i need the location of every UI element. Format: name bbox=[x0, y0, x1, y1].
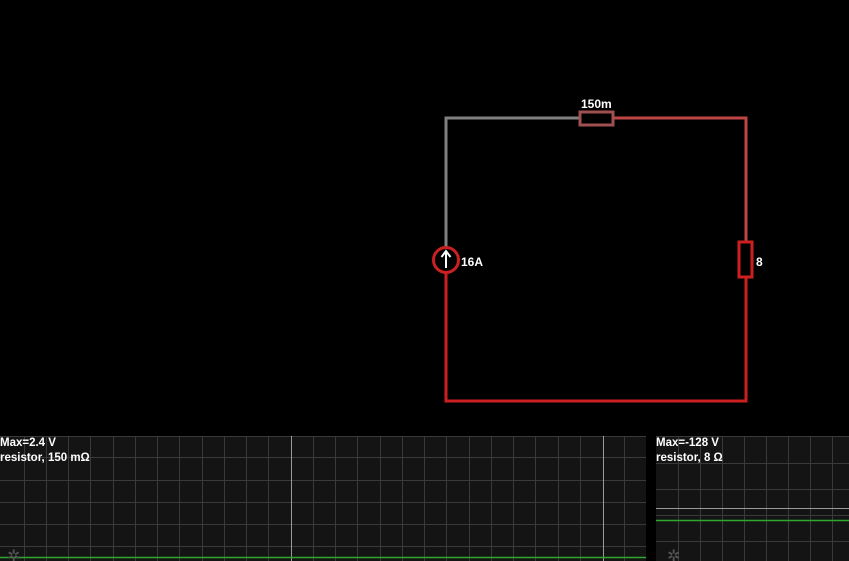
gear-icon[interactable]: ✲ bbox=[667, 549, 680, 561]
scope-name-2: resistor, 8 Ω bbox=[656, 452, 723, 464]
resistor-150m[interactable] bbox=[578, 110, 615, 127]
resistor-8[interactable] bbox=[737, 240, 754, 279]
scope-max-2: Max=-128 V bbox=[656, 437, 719, 449]
wire-bottom[interactable] bbox=[444, 273, 748, 403]
wire-top-left[interactable] bbox=[444, 116, 580, 247]
current-source[interactable] bbox=[432, 246, 460, 274]
gear-icon[interactable]: ✲ bbox=[7, 549, 20, 561]
resistor-150m-label: 150m bbox=[581, 97, 612, 111]
circuit-canvas[interactable]: 150m 8 16A bbox=[0, 0, 849, 436]
wire-top-right[interactable] bbox=[613, 116, 748, 242]
resistor-8-label: 8 bbox=[756, 255, 763, 269]
scope-max-1: Max=2.4 V bbox=[0, 437, 56, 449]
scope-panel-1[interactable]: Max=2.4 V resistor, 150 mΩ ✲ bbox=[0, 436, 646, 561]
current-source-label: 16A bbox=[461, 255, 483, 269]
scope-grid-1 bbox=[0, 436, 646, 561]
scope-panel-2[interactable]: Max=-128 V resistor, 8 Ω ✲ bbox=[656, 436, 849, 561]
scope-name-1: resistor, 150 mΩ bbox=[0, 452, 90, 464]
